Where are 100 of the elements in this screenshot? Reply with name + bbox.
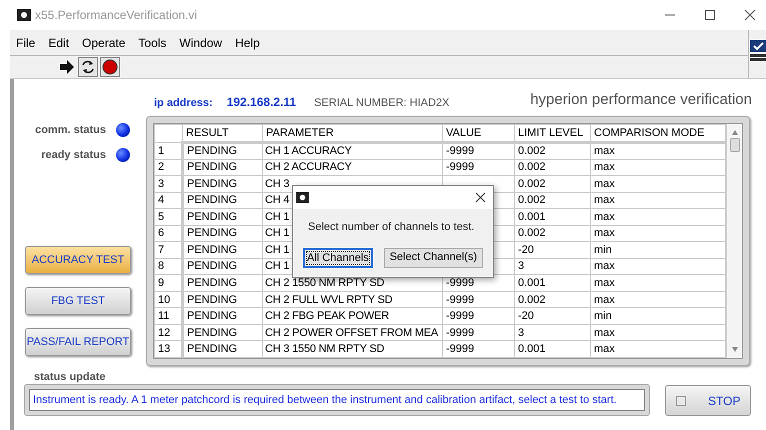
table-cell: 8 [158, 260, 164, 272]
table-cell: -9999 [446, 277, 474, 290]
window-title: x55.PerformanceVerification.vi [35, 7, 198, 24]
table-cell: PENDING [187, 178, 238, 190]
test-button[interactable]: ACCURACY TEST [25, 246, 131, 274]
table-cell: -9999 [446, 343, 474, 356]
status-update-label: status update [34, 370, 106, 385]
menu-item[interactable]: Operate [82, 34, 126, 52]
table-cell: CH 2 FBG PEAK POWER [265, 310, 389, 322]
table-cell: -9999 [446, 326, 474, 339]
table-cell: CH 1 [265, 227, 290, 240]
table-cell: max [594, 294, 615, 306]
abort-icon[interactable] [100, 57, 120, 77]
table-cell: -20 [518, 310, 534, 322]
table-cell: PENDING [187, 210, 238, 223]
table-cell: PENDING [187, 244, 238, 256]
table-cell: 4 [158, 194, 164, 206]
stop-button[interactable]: STOP [665, 385, 751, 416]
run-arrow-icon[interactable] [58, 58, 76, 76]
table-cell: 2 [158, 161, 164, 174]
table-cell: max [594, 145, 615, 158]
indicator-label: comm. status [35, 122, 106, 138]
test-button[interactable]: PASS/FAIL REPORT [25, 328, 131, 356]
dialog-message: Select number of channels to test. [308, 220, 476, 235]
table-cell: 3 [518, 260, 524, 272]
scroll-up-icon[interactable] [730, 128, 738, 136]
ip-address-value: 192.168.2.11 [226, 94, 296, 111]
dialog-button[interactable]: All Channels [303, 248, 373, 268]
table-cell: 0.002 [518, 178, 546, 190]
table-cell: PENDING [187, 227, 238, 240]
table-cell: 9 [158, 277, 164, 290]
close-icon[interactable] [475, 192, 486, 203]
table-cell: max [594, 260, 615, 272]
app-icon [296, 192, 309, 203]
table-cell: min [594, 244, 612, 256]
table-cell: max [594, 194, 615, 206]
table-cell: max [594, 277, 615, 290]
table-cell: 0.001 [518, 210, 546, 223]
table-cell: PENDING [187, 343, 238, 356]
table-cell: 6 [158, 227, 164, 240]
table-cell: CH 1 ACCURACY [265, 145, 352, 158]
company-logo-icon [750, 40, 766, 62]
menu-item[interactable]: File [16, 34, 36, 52]
table-cell: 12 [158, 326, 170, 339]
column-header: LIMIT LEVEL [514, 124, 590, 142]
table-cell: 5 [158, 210, 164, 223]
table-cell: CH 2 1550 NM RPTY SD [265, 277, 384, 290]
table-cell: PENDING [187, 326, 238, 339]
vertical-scrollbar[interactable] [726, 124, 742, 358]
table-cell: PENDING [187, 161, 238, 174]
indicator-label: ready status [41, 148, 106, 163]
table-cell: max [594, 343, 615, 356]
maximize-icon[interactable] [704, 9, 716, 21]
menu-item[interactable]: Edit [48, 34, 70, 52]
dialog-button[interactable]: Select Channel(s) [384, 248, 483, 268]
stop-checkbox[interactable] [676, 396, 686, 406]
table-cell: min [594, 310, 612, 322]
status-message: Instrument is ready. A 1 meter patchcord is required between the instrument and calibration artifact, select a test to start. [33, 392, 617, 408]
table-cell: PENDING [187, 310, 238, 322]
table-cell: PENDING [187, 260, 238, 272]
table-cell: PENDING [187, 277, 238, 290]
column-header: RESULT [182, 124, 262, 142]
table-cell: 10 [158, 294, 170, 306]
table-cell: max [594, 178, 615, 190]
close-icon[interactable] [744, 9, 756, 21]
run-continuously-icon[interactable] [78, 57, 98, 77]
table-cell: CH 1 [265, 260, 290, 272]
column-header: PARAMETER [262, 124, 442, 142]
table-cell: -9999 [446, 310, 474, 322]
column-header: COMPARISON MODE [590, 124, 726, 142]
table-cell: PENDING [187, 194, 238, 206]
table-cell: 0.002 [518, 227, 546, 240]
table-cell: 1 [158, 144, 164, 157]
table-cell: -9999 [446, 294, 474, 306]
column-header: VALUE [442, 124, 514, 142]
app-icon [17, 9, 31, 21]
menu-item[interactable]: Help [235, 34, 260, 52]
table-cell: max [594, 227, 615, 240]
table-cell: PENDING [187, 294, 238, 306]
scroll-down-icon[interactable] [730, 346, 738, 354]
table-cell: 3 [518, 326, 524, 339]
table-cell: CH 2 ACCURACY [265, 161, 352, 174]
menu-item[interactable]: Tools [138, 34, 166, 52]
serial-number: SERIAL NUMBER: HIAD2X [314, 96, 450, 111]
panel-title: hyperion performance verification [530, 90, 752, 110]
table-cell: CH 3 1550 NM RPTY SD [265, 343, 384, 356]
table-cell: CH 1 [265, 244, 290, 256]
table-cell: 11 [158, 310, 170, 322]
menu-item[interactable]: Window [179, 34, 222, 52]
table-cell: 0.001 [518, 343, 546, 356]
scrollbar-thumb[interactable] [730, 138, 740, 152]
table-cell: 3 [158, 178, 164, 190]
table-cell: 13 [158, 343, 170, 356]
table-cell: 0.001 [518, 277, 546, 290]
table-cell: max [594, 210, 615, 223]
table-cell: max [594, 161, 615, 174]
table-cell: CH 2 POWER OFFSET FROM MEA [265, 326, 438, 339]
table-cell: 0.002 [518, 161, 546, 174]
test-button[interactable]: FBG TEST [25, 287, 131, 315]
table-cell: 0.002 [518, 194, 546, 206]
